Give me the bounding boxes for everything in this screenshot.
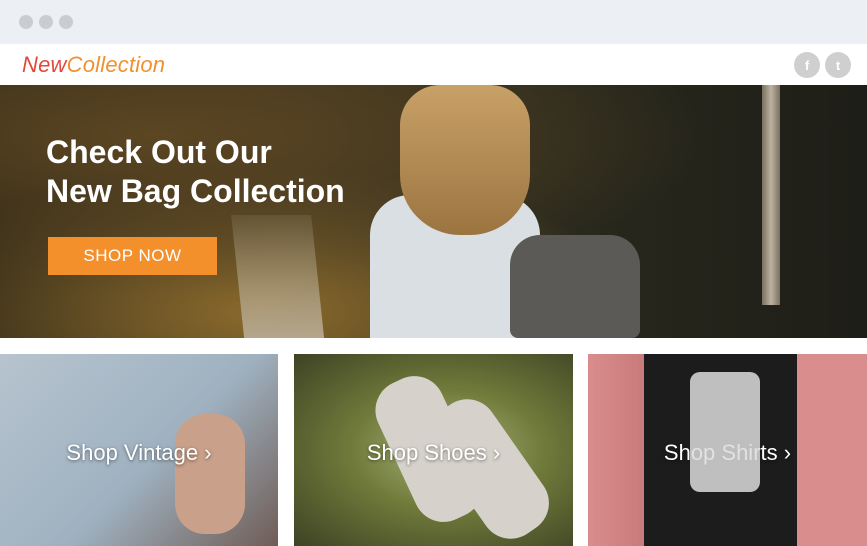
- hero-title-line-2: New Bag Collection: [46, 173, 345, 209]
- shop-now-button[interactable]: SHOP NOW: [48, 237, 217, 275]
- arm-image: [175, 414, 245, 534]
- hero-title-line-1: Check Out Our: [46, 134, 272, 170]
- skeleton-hand-graphic: [690, 372, 760, 492]
- brand-logo[interactable]: NewCollection: [22, 52, 165, 78]
- site-header: NewCollection f t: [0, 44, 867, 85]
- tile-label-vintage: Shop Vintage ›: [66, 440, 212, 465]
- hero-title: Check Out Our New Bag Collection: [46, 133, 345, 211]
- window-close-dot[interactable]: [19, 15, 33, 29]
- window-minimize-dot[interactable]: [39, 15, 53, 29]
- forest-path-image: [231, 215, 325, 338]
- tree-trunk-image: [762, 85, 780, 305]
- browser-chrome: [0, 0, 867, 44]
- tile-shop-shoes[interactable]: Shop Shoes ›: [294, 354, 573, 546]
- logo-part-1: New: [22, 52, 67, 77]
- facebook-icon[interactable]: f: [794, 52, 820, 78]
- backpack-image: [510, 235, 640, 338]
- tile-shop-vintage[interactable]: Shop Vintage ›: [0, 354, 278, 546]
- twitter-icon[interactable]: t: [825, 52, 851, 78]
- window-maximize-dot[interactable]: [59, 15, 73, 29]
- logo-part-2: Collection: [66, 52, 166, 77]
- hero-banner: Check Out Our New Bag Collection SHOP NO…: [0, 85, 867, 338]
- woman-hair-image: [400, 85, 530, 235]
- tile-label-shoes: Shop Shoes ›: [366, 440, 501, 465]
